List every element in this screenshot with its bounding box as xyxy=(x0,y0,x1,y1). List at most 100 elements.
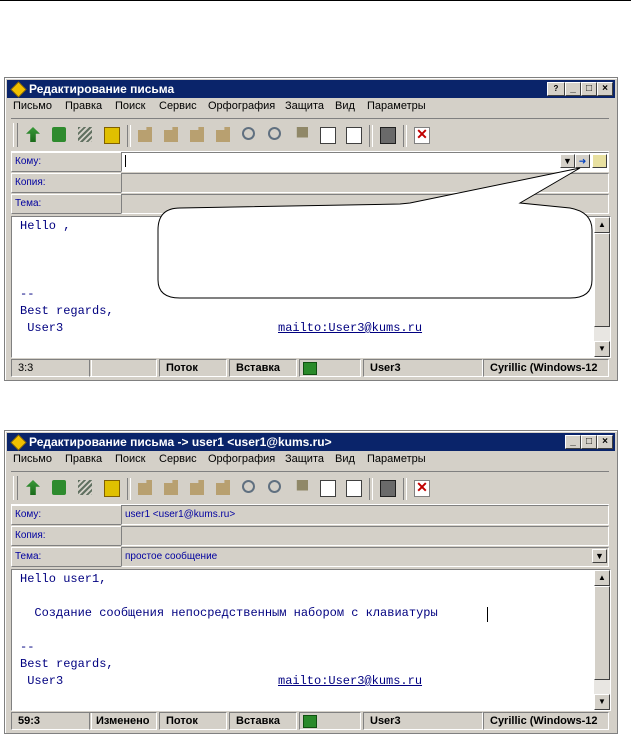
insert-icon[interactable] xyxy=(291,478,311,498)
scroll-up-icon[interactable]: ▲ xyxy=(594,217,610,233)
attach-file-icon[interactable] xyxy=(343,125,363,145)
cc-label: Копия: xyxy=(11,526,122,546)
menu-letter[interactable]: Письмо xyxy=(13,453,52,465)
cc-row: Копия: xyxy=(11,173,609,193)
delete-icon[interactable]: ✕ xyxy=(411,125,431,145)
menu-search[interactable]: Поиск xyxy=(115,453,145,465)
replace-icon[interactable] xyxy=(265,125,285,145)
paste-icon[interactable] xyxy=(187,478,207,498)
menu-parameters[interactable]: Параметры xyxy=(367,453,426,465)
scroll-up-icon[interactable]: ▲ xyxy=(594,570,610,586)
menu-service[interactable]: Сервис xyxy=(159,453,197,465)
help-icon[interactable]: ? xyxy=(547,82,565,96)
status-position: 3:3 xyxy=(11,359,92,377)
send-later-icon[interactable] xyxy=(49,125,69,145)
find-icon[interactable] xyxy=(239,125,259,145)
menu-view[interactable]: Вид xyxy=(335,453,355,465)
body-line-message: Создание сообщения непосредственным набо… xyxy=(20,606,438,620)
message-body[interactable]: Hello , -- Best regards, User3 mailto:Us… xyxy=(11,216,611,358)
cut-icon[interactable] xyxy=(135,478,155,498)
subject-label: Тема: xyxy=(11,194,122,214)
minimize-button[interactable]: _ xyxy=(565,435,581,449)
subject-input[interactable]: простое сообщение xyxy=(121,547,609,567)
mailto-link[interactable]: mailto:User3@kums.ru xyxy=(278,674,422,688)
cut-icon[interactable] xyxy=(135,125,155,145)
cc-row: Копия: xyxy=(11,526,609,546)
toolbar-separator xyxy=(127,125,131,147)
menu-edit[interactable]: Правка xyxy=(65,453,102,465)
app-icon xyxy=(10,81,27,98)
menu-security[interactable]: Защита xyxy=(285,453,324,465)
attach-file-icon[interactable] xyxy=(343,478,363,498)
send-icon[interactable] xyxy=(23,478,43,498)
address-book-icon[interactable] xyxy=(377,125,397,145)
copy-icon[interactable] xyxy=(161,478,181,498)
to-input[interactable]: user1 <user1@kums.ru> xyxy=(121,505,609,525)
close-button[interactable]: × xyxy=(597,435,613,449)
address-book-icon[interactable] xyxy=(377,478,397,498)
replace-icon[interactable] xyxy=(265,478,285,498)
send-icon[interactable] xyxy=(23,125,43,145)
paste-special-icon[interactable] xyxy=(213,125,233,145)
vertical-scrollbar[interactable]: ▲ ▼ xyxy=(594,570,610,710)
body-line-signature-separator: -- xyxy=(20,640,35,654)
paste-icon[interactable] xyxy=(187,125,207,145)
cc-label: Копия: xyxy=(11,173,122,193)
status-security xyxy=(299,359,361,377)
status-user: User3 xyxy=(363,712,483,730)
cc-input[interactable] xyxy=(121,173,609,193)
find-icon[interactable] xyxy=(239,478,259,498)
menu-search[interactable]: Поиск xyxy=(115,100,145,112)
subject-dropdown-icon[interactable]: ▼ xyxy=(592,549,607,563)
status-bar: 59:3 Изменено Поток Вставка User3 Cyrill… xyxy=(11,712,609,730)
menu-spelling[interactable]: Орфография xyxy=(208,453,275,465)
status-insert: Вставка xyxy=(229,712,297,730)
security-icon xyxy=(303,715,317,728)
mailto-link[interactable]: mailto:User3@kums.ru xyxy=(278,321,422,335)
menu-spelling[interactable]: Орфография xyxy=(208,100,275,112)
menu-security[interactable]: Защита xyxy=(285,100,324,112)
to-label: Кому: xyxy=(11,152,122,172)
close-button[interactable]: × xyxy=(597,82,613,96)
toolbar-grip[interactable] xyxy=(13,476,18,500)
menu-parameters[interactable]: Параметры xyxy=(367,100,426,112)
status-encoding: Cyrillic (Windows-12 xyxy=(483,712,609,730)
menu-edit[interactable]: Правка xyxy=(65,100,102,112)
vertical-scrollbar[interactable]: ▲ ▼ xyxy=(594,217,610,357)
maximize-button[interactable]: □ xyxy=(581,82,597,96)
maximize-button[interactable]: □ xyxy=(581,435,597,449)
body-line-regards: Best regards, xyxy=(20,304,114,318)
body-line-greeting: Hello , xyxy=(20,219,71,233)
delete-icon[interactable]: ✕ xyxy=(411,478,431,498)
message-body[interactable]: Hello user1, Создание сообщения непосред… xyxy=(11,569,611,711)
cc-input[interactable] xyxy=(121,526,609,546)
to-input[interactable] xyxy=(121,152,609,172)
compose-window-1: Редактирование письма ? _ □ × Письмо Пра… xyxy=(4,77,618,381)
save-icon[interactable] xyxy=(101,478,121,498)
scroll-thumb[interactable] xyxy=(594,233,610,327)
save-icon[interactable] xyxy=(101,125,121,145)
subject-input[interactable] xyxy=(121,194,609,214)
send-later-icon[interactable] xyxy=(49,478,69,498)
status-modified: Изменено xyxy=(89,712,157,730)
attach-icon[interactable] xyxy=(317,478,337,498)
menu-service[interactable]: Сервис xyxy=(159,100,197,112)
paste-special-icon[interactable] xyxy=(213,478,233,498)
attach-icon[interactable] xyxy=(317,125,337,145)
copy-icon[interactable] xyxy=(161,125,181,145)
toolbar-grip[interactable] xyxy=(13,123,18,147)
minimize-button[interactable]: _ xyxy=(565,82,581,96)
sign-icon[interactable] xyxy=(75,125,95,145)
status-modified xyxy=(89,359,157,377)
scroll-thumb[interactable] xyxy=(594,586,610,680)
status-position: 59:3 xyxy=(11,712,92,730)
insert-icon[interactable] xyxy=(291,125,311,145)
menu-letter[interactable]: Письмо xyxy=(13,100,52,112)
address-book-icon[interactable] xyxy=(592,154,607,168)
forward-arrow-icon[interactable]: ➜ xyxy=(575,154,590,168)
scroll-down-icon[interactable]: ▼ xyxy=(594,341,610,357)
scroll-down-icon[interactable]: ▼ xyxy=(594,694,610,710)
sign-icon[interactable] xyxy=(75,478,95,498)
menu-view[interactable]: Вид xyxy=(335,100,355,112)
dropdown-arrow-icon[interactable]: ▼ xyxy=(560,154,575,168)
